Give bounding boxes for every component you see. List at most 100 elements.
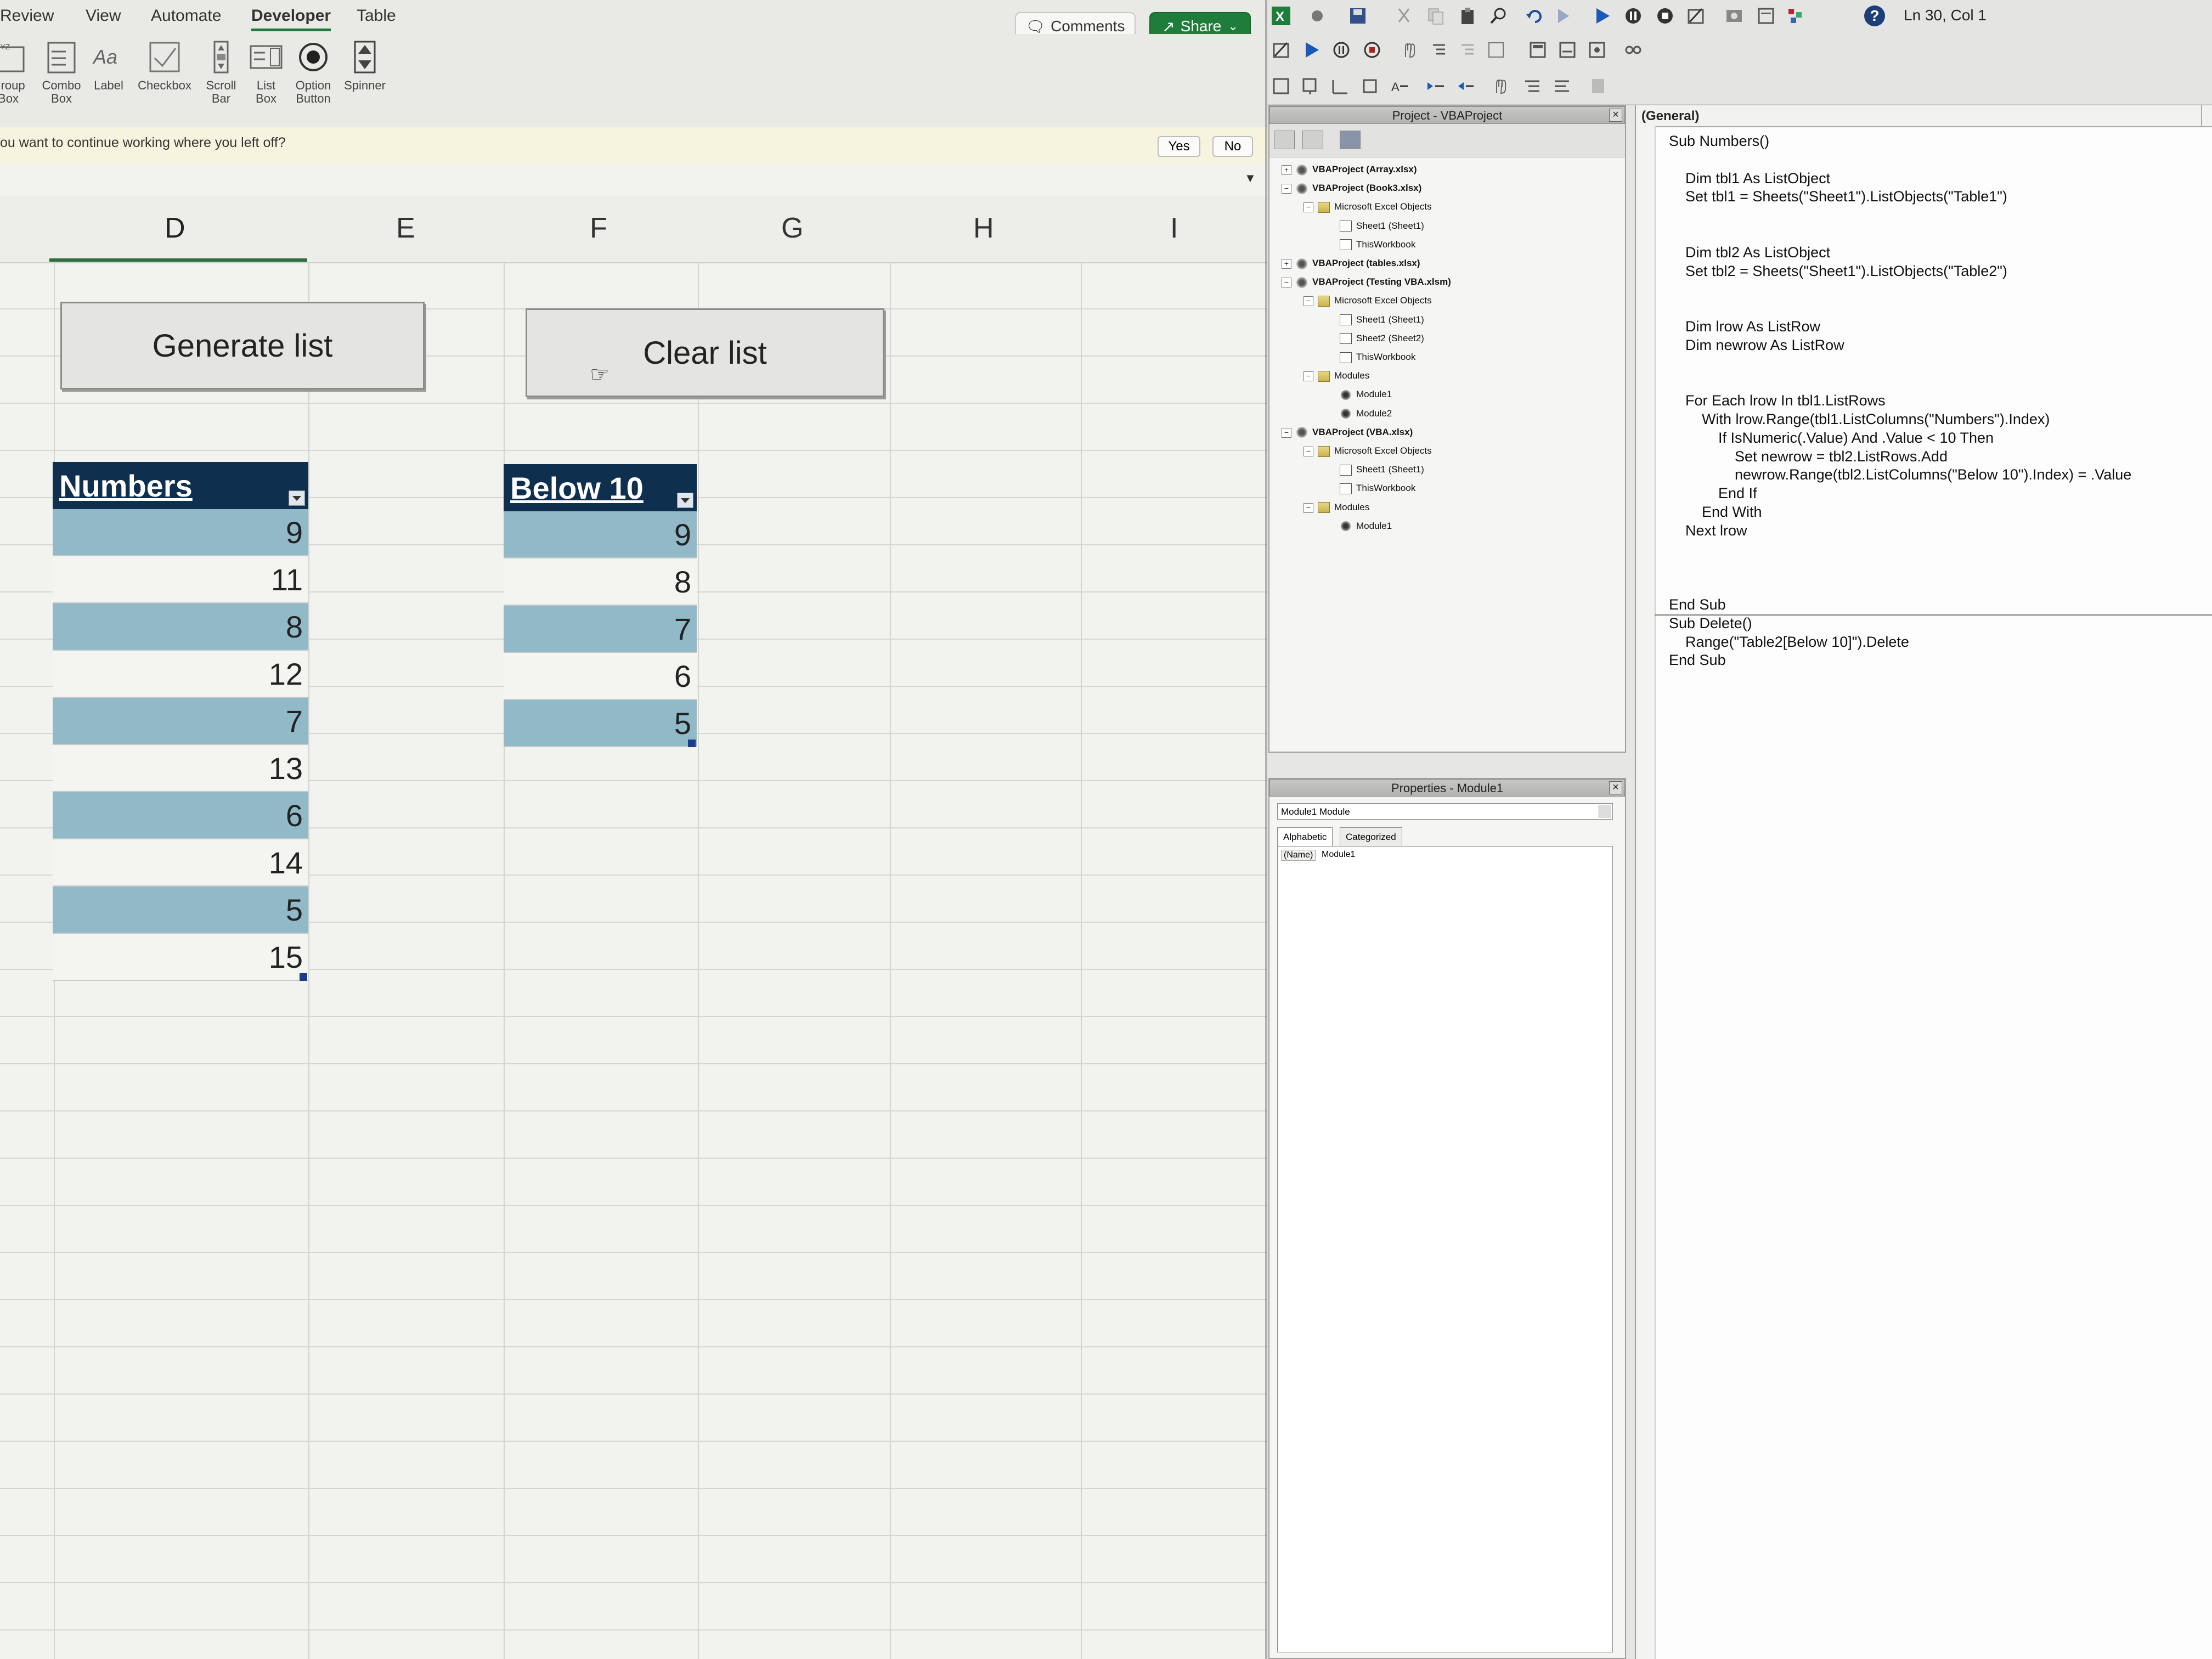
expand-icon[interactable]: + bbox=[1282, 259, 1291, 269]
list-constants-icon[interactable] bbox=[1301, 77, 1320, 95]
tree-item[interactable]: Module1 bbox=[1340, 518, 1392, 534]
tree-item[interactable]: Sheet1 (Sheet1) bbox=[1340, 218, 1424, 234]
tree-item[interactable]: VBAProject (VBA.xlsx) bbox=[1296, 424, 1413, 441]
option-button-control[interactable]: Option Button bbox=[290, 40, 337, 105]
code-line[interactable]: Set newrow = tbl2.ListRows.Add bbox=[1669, 448, 1948, 465]
close-icon[interactable]: × bbox=[1609, 781, 1622, 794]
tree-item[interactable]: Microsoft Excel Objects bbox=[1318, 199, 1432, 215]
code-line[interactable]: End If bbox=[1669, 485, 1757, 502]
table-resize-handle[interactable] bbox=[688, 740, 696, 747]
scroll-bar-control[interactable]: Scroll Bar bbox=[200, 40, 242, 105]
reset-icon[interactable] bbox=[1656, 7, 1674, 25]
properties-object-dropdown[interactable]: Module1 Module bbox=[1277, 803, 1613, 820]
table-cell[interactable]: 6 bbox=[53, 792, 308, 839]
indent-icon[interactable] bbox=[1426, 77, 1445, 95]
toggle-folders-icon[interactable] bbox=[1340, 131, 1361, 149]
project-explorer-icon[interactable] bbox=[1725, 7, 1743, 25]
uncomment-block-icon[interactable] bbox=[1553, 77, 1571, 95]
column-header-g[interactable]: G bbox=[781, 212, 803, 245]
filter-dropdown-icon[interactable] bbox=[677, 493, 693, 508]
spinner-control[interactable]: Spinner bbox=[340, 40, 390, 92]
no-button[interactable]: No bbox=[1212, 136, 1253, 157]
table-cell[interactable]: 7 bbox=[504, 606, 697, 653]
run-icon[interactable] bbox=[1302, 41, 1321, 59]
table-cell[interactable]: 8 bbox=[504, 558, 697, 606]
column-header-f[interactable]: F bbox=[590, 212, 607, 245]
quick-watch-icon[interactable] bbox=[1624, 41, 1643, 59]
numbers-table-header[interactable]: Numbers bbox=[53, 462, 308, 509]
watch-window-icon[interactable] bbox=[1588, 41, 1606, 59]
tree-item[interactable]: Microsoft Excel Objects bbox=[1318, 292, 1432, 309]
tree-item[interactable]: ThisWorkbook bbox=[1340, 480, 1415, 496]
copy-icon[interactable] bbox=[1426, 7, 1445, 25]
tab-categorized[interactable]: Categorized bbox=[1340, 827, 1402, 847]
code-line[interactable]: Set tbl2 = Sheets("Sheet1").ListObjects(… bbox=[1669, 263, 2007, 280]
tree-item[interactable]: Modules bbox=[1318, 499, 1369, 516]
cut-icon[interactable] bbox=[1395, 7, 1413, 25]
code-line[interactable]: End With bbox=[1669, 504, 1762, 521]
column-header-h[interactable]: H bbox=[973, 212, 994, 245]
step-out-icon[interactable] bbox=[1487, 41, 1505, 59]
table-cell[interactable]: 7 bbox=[53, 698, 308, 745]
list-box-control[interactable]: List Box bbox=[247, 40, 285, 105]
code-line[interactable]: Range("Table2[Below 10]").Delete bbox=[1669, 634, 1909, 651]
collapse-icon[interactable]: − bbox=[1282, 427, 1291, 438]
code-line[interactable]: Dim tbl2 As ListObject bbox=[1669, 244, 1830, 261]
quick-info-icon[interactable] bbox=[1331, 77, 1350, 95]
design-mode-icon[interactable] bbox=[1272, 41, 1290, 59]
tree-item[interactable]: ThisWorkbook bbox=[1340, 236, 1415, 253]
tree-item[interactable]: VBAProject (Array.xlsx) bbox=[1296, 161, 1417, 178]
complete-word-icon[interactable]: A bbox=[1390, 77, 1409, 95]
code-line[interactable]: Dim lrow As ListRow bbox=[1669, 318, 1820, 335]
paste-icon[interactable] bbox=[1458, 7, 1477, 25]
tab-review[interactable]: Review bbox=[0, 7, 54, 25]
table-cell[interactable]: 5 bbox=[53, 887, 308, 934]
tab-automate[interactable]: Automate bbox=[151, 7, 221, 25]
property-name-value[interactable]: Module1 bbox=[1322, 850, 1355, 860]
column-header-e[interactable]: E bbox=[396, 212, 415, 245]
outdent-icon[interactable] bbox=[1456, 77, 1475, 95]
collapse-icon[interactable]: − bbox=[1304, 447, 1313, 456]
save-icon[interactable] bbox=[1348, 7, 1367, 25]
code-line[interactable]: Set tbl1 = Sheets("Sheet1").ListObjects(… bbox=[1669, 188, 2007, 205]
tree-item[interactable]: VBAProject (Testing VBA.xlsm) bbox=[1296, 274, 1451, 290]
property-name-key[interactable]: (Name) bbox=[1281, 850, 1316, 861]
column-header-d[interactable]: D bbox=[165, 212, 185, 245]
close-icon[interactable]: × bbox=[1609, 109, 1622, 122]
tab-view[interactable]: View bbox=[86, 7, 121, 25]
code-line[interactable]: Sub Numbers() bbox=[1669, 133, 1769, 150]
expand-icon[interactable]: + bbox=[1282, 165, 1291, 175]
collapse-icon[interactable]: − bbox=[1304, 202, 1313, 213]
table-cell[interactable]: 12 bbox=[53, 651, 308, 698]
tree-item[interactable]: Microsoft Excel Objects bbox=[1318, 443, 1432, 459]
tree-item[interactable]: Module1 bbox=[1340, 386, 1392, 403]
object-dropdown[interactable]: (General) bbox=[1636, 105, 2212, 127]
code-margin-indicator-bar[interactable] bbox=[1636, 126, 1656, 1659]
combo-box-control[interactable]: Combo Box bbox=[40, 40, 83, 105]
code-line[interactable]: If IsNumeric(.Value) And .Value < 10 The… bbox=[1669, 430, 1994, 447]
tree-item[interactable]: VBAProject (Book3.xlsx) bbox=[1296, 180, 1421, 196]
break-icon[interactable] bbox=[1624, 7, 1643, 25]
code-line[interactable]: For Each lrow In tbl1.ListRows bbox=[1669, 392, 1886, 409]
table-cell[interactable]: 8 bbox=[53, 603, 308, 651]
collapse-icon[interactable]: − bbox=[1304, 503, 1313, 513]
view-object-icon[interactable] bbox=[1302, 131, 1323, 149]
collapse-icon[interactable]: − bbox=[1304, 371, 1313, 382]
tab-alphabetic[interactable]: Alphabetic bbox=[1277, 827, 1333, 847]
code-line[interactable]: newrow.Range(tbl2.ListColumns("Below 10"… bbox=[1669, 466, 2131, 483]
table-cell[interactable]: 6 bbox=[504, 653, 697, 700]
checkbox-control[interactable]: Checkbox bbox=[134, 40, 195, 92]
collapse-icon[interactable]: − bbox=[1282, 278, 1291, 288]
tab-developer[interactable]: Developer bbox=[251, 7, 331, 31]
table-resize-handle[interactable] bbox=[300, 973, 307, 981]
object-browser-icon[interactable] bbox=[1786, 7, 1805, 25]
code-line[interactable]: End Sub bbox=[1669, 652, 1726, 669]
code-line[interactable]: End Sub bbox=[1669, 596, 1726, 613]
tree-item[interactable]: Sheet1 (Sheet1) bbox=[1340, 312, 1424, 328]
locals-window-icon[interactable] bbox=[1528, 41, 1547, 59]
table-cell[interactable]: 9 bbox=[504, 511, 697, 558]
step-over-icon[interactable] bbox=[1458, 41, 1477, 59]
table-cell[interactable]: 14 bbox=[53, 839, 308, 887]
group-box-control[interactable]: XYZ Group Box bbox=[0, 40, 27, 105]
formula-bar[interactable]: ▼ bbox=[0, 163, 1267, 198]
